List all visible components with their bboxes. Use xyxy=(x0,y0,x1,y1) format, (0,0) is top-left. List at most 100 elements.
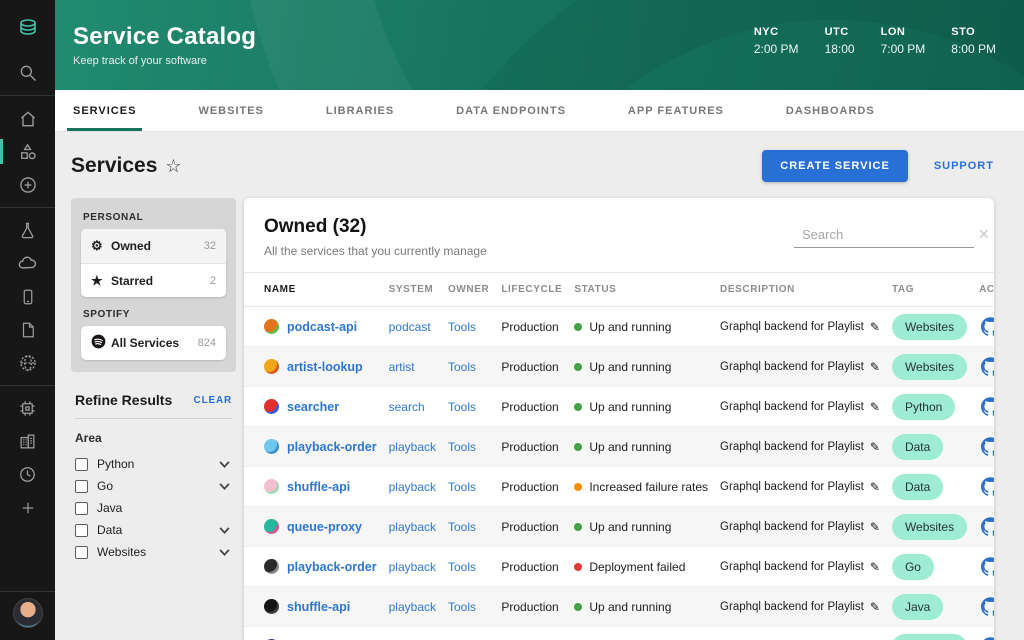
tab-data-endpoints[interactable]: DATA ENDPOINTS xyxy=(456,90,566,131)
system-link[interactable]: podcast xyxy=(389,320,431,334)
edit-pencil-icon[interactable]: ✎ xyxy=(870,400,880,414)
tab-libraries[interactable]: LIBRARIES xyxy=(326,90,394,131)
tag-pill[interactable]: Data xyxy=(891,433,944,460)
owner-link[interactable]: Tools xyxy=(448,560,476,574)
org-building-icon[interactable] xyxy=(0,425,55,458)
edit-pencil-icon[interactable]: ✎ xyxy=(870,560,880,574)
filter-item-starred[interactable]: ★ Starred 2 xyxy=(81,263,226,297)
checkbox[interactable] xyxy=(75,501,88,515)
owner-link[interactable]: Tools xyxy=(448,400,476,414)
add-plus-icon[interactable] xyxy=(0,491,55,524)
column-header-lifecycle[interactable]: LIFECYCLE xyxy=(495,272,569,307)
chevron-down-icon[interactable] xyxy=(219,455,230,473)
chip-icon[interactable] xyxy=(0,392,55,425)
github-icon[interactable] xyxy=(981,477,994,496)
github-icon[interactable] xyxy=(981,557,994,576)
service-name-link[interactable]: playback-order xyxy=(264,559,377,574)
checkbox[interactable] xyxy=(75,523,88,537)
create-plus-circle-icon[interactable] xyxy=(0,168,55,201)
user-avatar[interactable] xyxy=(12,598,43,628)
tag-pill[interactable]: Websites xyxy=(891,513,968,540)
owner-link[interactable]: Tools xyxy=(448,440,476,454)
owner-link[interactable]: Tools xyxy=(448,600,476,614)
checkbox[interactable] xyxy=(75,545,88,559)
history-clock-icon[interactable] xyxy=(0,458,55,491)
github-icon[interactable] xyxy=(981,397,994,416)
system-link[interactable]: playback xyxy=(389,520,436,534)
checkbox[interactable] xyxy=(75,479,88,493)
area-option-data[interactable]: Data xyxy=(75,519,232,541)
search-input[interactable] xyxy=(802,227,978,242)
system-link[interactable]: playback xyxy=(389,480,436,494)
chevron-down-icon[interactable] xyxy=(219,543,230,561)
area-option-go[interactable]: Go xyxy=(75,475,232,497)
clear-filters-button[interactable]: CLEAR xyxy=(194,395,232,406)
tab-app-features[interactable]: APP FEATURES xyxy=(628,90,724,131)
owner-link[interactable]: Tools xyxy=(448,320,476,334)
service-name-link[interactable]: shuffle-api xyxy=(264,479,377,494)
service-name-link[interactable]: podcast-api xyxy=(264,319,377,334)
home-icon[interactable] xyxy=(0,102,55,135)
column-header-status[interactable]: STATUS xyxy=(568,272,715,307)
filter-item-all-services[interactable]: All Services 824 xyxy=(81,326,226,360)
github-icon[interactable] xyxy=(981,317,994,336)
github-icon[interactable] xyxy=(981,597,994,616)
mobile-device-icon[interactable] xyxy=(0,280,55,313)
edit-pencil-icon[interactable]: ✎ xyxy=(870,360,880,374)
system-link[interactable]: playback xyxy=(389,560,436,574)
area-option-websites[interactable]: Websites xyxy=(75,541,232,563)
github-icon[interactable] xyxy=(981,517,994,536)
tag-pill[interactable]: Websites xyxy=(891,633,968,640)
column-header-system[interactable]: SYSTEM xyxy=(382,272,442,307)
edit-pencil-icon[interactable]: ✎ xyxy=(870,600,880,614)
clear-search-icon[interactable]: ✕ xyxy=(978,226,990,243)
tag-pill[interactable]: Python xyxy=(891,393,956,420)
tag-pill[interactable]: Websites xyxy=(891,353,968,380)
edit-pencil-icon[interactable]: ✎ xyxy=(870,440,880,454)
edit-pencil-icon[interactable]: ✎ xyxy=(870,320,880,334)
tab-services[interactable]: SERVICES xyxy=(66,90,143,131)
backstage-logo-icon[interactable] xyxy=(0,0,55,56)
experiments-flask-icon[interactable] xyxy=(0,214,55,247)
owner-link[interactable]: Tools xyxy=(448,520,476,534)
support-link[interactable]: SUPPORT xyxy=(934,160,994,172)
owner-link[interactable]: Tools xyxy=(448,480,476,494)
service-name-link[interactable]: shuffle-api xyxy=(264,599,377,614)
area-option-python[interactable]: Python xyxy=(75,453,232,475)
tag-pill[interactable]: Websites xyxy=(891,313,968,340)
search-icon[interactable] xyxy=(0,56,55,89)
service-name-link[interactable]: artist-lookup xyxy=(264,359,377,374)
service-name-link[interactable]: searcher xyxy=(264,399,377,414)
tab-dashboards[interactable]: DASHBOARDS xyxy=(786,90,875,131)
document-icon[interactable] xyxy=(0,313,55,346)
cloud-icon[interactable] xyxy=(0,247,55,280)
edit-pencil-icon[interactable]: ✎ xyxy=(870,480,880,494)
area-option-java[interactable]: Java xyxy=(75,497,232,519)
system-link[interactable]: artist xyxy=(389,360,415,374)
tag-pill[interactable]: Java xyxy=(891,593,944,620)
globe-icon[interactable] xyxy=(0,346,55,379)
service-name-link[interactable]: playback-order xyxy=(264,439,377,454)
catalog-icon[interactable] xyxy=(0,135,55,168)
edit-pencil-icon[interactable]: ✎ xyxy=(870,520,880,534)
column-header-tag[interactable]: TAG xyxy=(885,272,974,307)
github-icon[interactable] xyxy=(981,437,994,456)
column-header-description[interactable]: DESCRIPTION xyxy=(714,272,886,307)
favorite-page-star-icon[interactable]: ☆ xyxy=(165,156,181,177)
chevron-down-icon[interactable] xyxy=(219,477,230,495)
column-header-owner[interactable]: OWNER xyxy=(442,272,496,307)
system-link[interactable]: playback xyxy=(389,440,436,454)
column-header-actions[interactable]: ACTIONS xyxy=(973,272,994,307)
filter-item-owned[interactable]: ⚙ Owned 32 xyxy=(81,229,226,263)
owner-link[interactable]: Tools xyxy=(448,360,476,374)
tag-pill[interactable]: Data xyxy=(891,473,944,500)
github-icon[interactable] xyxy=(981,357,994,376)
system-link[interactable]: search xyxy=(389,400,425,414)
service-name-link[interactable]: queue-proxy xyxy=(264,519,377,534)
tag-pill[interactable]: Go xyxy=(891,553,934,580)
checkbox[interactable] xyxy=(75,457,88,471)
column-header-name[interactable]: NAME xyxy=(244,272,383,307)
tab-websites[interactable]: WEBSITES xyxy=(198,90,263,131)
system-link[interactable]: playback xyxy=(389,600,436,614)
chevron-down-icon[interactable] xyxy=(219,521,230,539)
